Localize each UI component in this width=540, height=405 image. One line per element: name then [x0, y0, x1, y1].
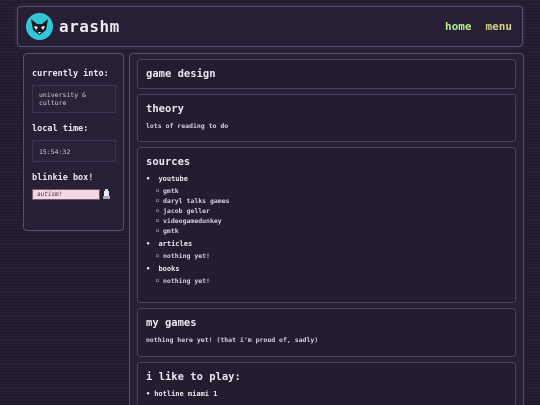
list-item: nothing yet! [156, 276, 507, 286]
currently-into-box: university & culture [32, 85, 116, 113]
sources-title: sources [146, 156, 191, 168]
my-games-title: my games [146, 317, 197, 329]
pixel-cursor-icon [103, 189, 110, 199]
blinkie-box: autism! [32, 189, 116, 200]
source-link[interactable]: videogamedunkey [156, 216, 507, 226]
list-item: nothing yet! [156, 251, 507, 261]
source-group-articles: articles nothing yet! [146, 240, 507, 261]
source-group-label: youtube [158, 175, 188, 183]
blinkie-heading: blinkie box! [32, 173, 94, 183]
currently-into-heading: currently into: [32, 69, 109, 79]
local-time-display: 15:54:32 [32, 140, 116, 162]
page-title-card: game design [137, 59, 516, 89]
articles-list: nothing yet! [156, 251, 507, 261]
game-list-item: hotline miami 1 [146, 390, 507, 398]
source-link[interactable]: gmtk [156, 186, 507, 196]
my-games-text: nothing here yet! (that i'm proud of, sa… [146, 336, 319, 344]
source-group-books: books nothing yet! [146, 265, 507, 286]
site-name[interactable]: arashm [59, 17, 120, 36]
sources-list: youtube gmtk daryl talks games jacob gel… [146, 175, 507, 286]
logo-icon[interactable] [26, 13, 53, 40]
sources-card: sources youtube gmtk daryl talks games j… [137, 147, 516, 303]
source-group-label: articles [158, 240, 193, 248]
blinkie-text: autism! [37, 191, 63, 198]
main-nav: home menu [445, 20, 512, 33]
my-games-card: my games nothing here yet! (that i'm pro… [137, 308, 516, 357]
source-group-youtube: youtube gmtk daryl talks games jacob gel… [146, 175, 507, 236]
nav-home-link[interactable]: home [445, 20, 472, 33]
main-content: game design theory lots of reading to do… [129, 53, 524, 405]
like-to-play-title: i like to play: [146, 371, 241, 383]
source-link[interactable]: gmtk [156, 226, 507, 236]
theory-text: lots of reading to do [146, 122, 229, 130]
sidebar: currently into: university & culture loc… [23, 53, 124, 231]
theory-title: theory [146, 103, 184, 115]
books-list: nothing yet! [156, 276, 507, 286]
source-group-label: books [158, 265, 180, 273]
page-title: game design [146, 68, 216, 80]
source-link[interactable]: daryl talks games [156, 196, 507, 206]
source-link[interactable]: jacob geller [156, 206, 507, 216]
like-to-play-card: i like to play: hotline miami 1 [137, 362, 516, 405]
blinkie-image[interactable]: autism! [32, 189, 100, 200]
youtube-list: gmtk daryl talks games jacob geller vide… [156, 186, 507, 236]
theory-card: theory lots of reading to do [137, 94, 516, 142]
local-time-heading: local time: [32, 124, 89, 134]
nav-menu-link[interactable]: menu [486, 20, 513, 33]
site-header: arashm home menu [17, 6, 523, 47]
